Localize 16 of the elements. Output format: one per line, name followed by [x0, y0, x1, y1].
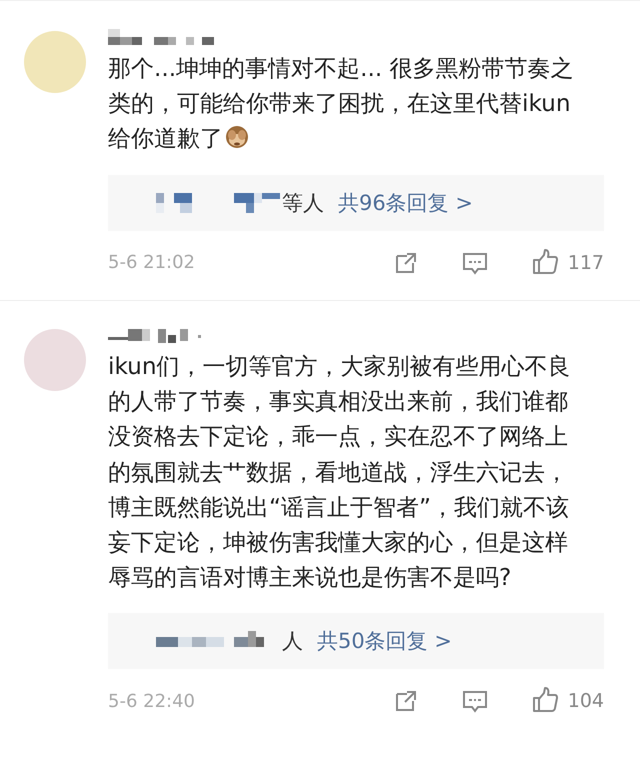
share-icon[interactable] — [394, 689, 418, 714]
comment-icon[interactable] — [462, 689, 488, 714]
replies-link[interactable]: 共96条回复 > — [338, 188, 473, 217]
timestamp: 5-6 21:02 — [108, 252, 195, 274]
replies-label: 等人 — [282, 190, 324, 217]
comment-icon[interactable] — [462, 250, 488, 275]
replies-link[interactable]: 共50条回复 > — [317, 627, 452, 656]
comment-text: 那个...坤坤的事情对不起... 很多黑粉带节奏之类的，可能给你带来了困扰，在这里代替ikun给你道歉了 — [108, 54, 575, 154]
comment-text: ikun们，一切等官方，大家别被有些用心不良的人带了节奏，事实真相没出来前，我们谁都没资格去下定论，乖一点，实在忍不了网络上的氛围就去艹数据，看地道战，浮生六记去，博主既然能说出“谣言止于智者”，我们就不该妄下定论，坤被伤害我懂大家的心，但是这样辱骂的言语对博主来说也是伤害不是吗? — [108, 352, 572, 594]
replies-label: 人 — [282, 628, 303, 656]
thumbs-up-icon[interactable] — [532, 248, 560, 277]
like-count: 117 — [568, 252, 604, 274]
like-count: 104 — [568, 690, 604, 712]
pixelated-usernames[interactable] — [156, 192, 280, 213]
share-icon[interactable] — [394, 250, 418, 275]
timestamp: 5-6 22:40 — [108, 690, 195, 712]
